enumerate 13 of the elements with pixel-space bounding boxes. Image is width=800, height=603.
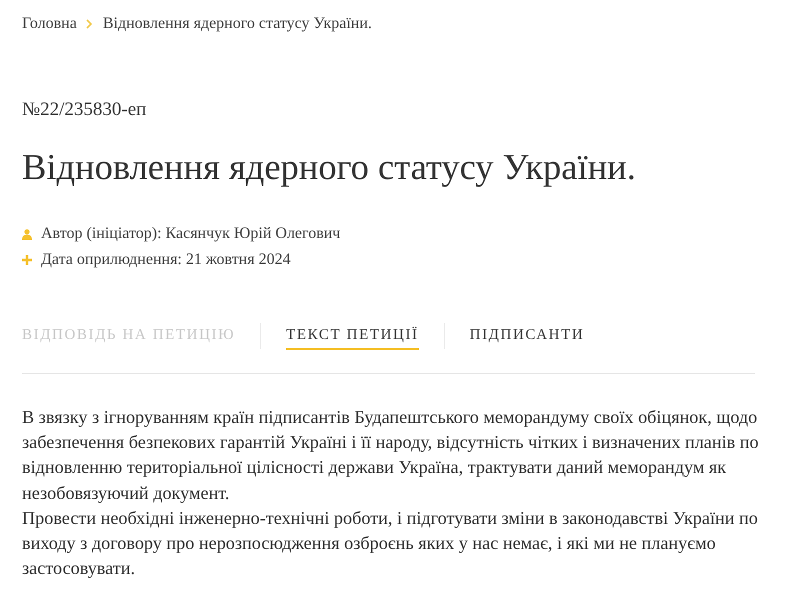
breadcrumb-link[interactable]: Головна [22, 15, 77, 33]
petition-number: №22/235830-еп [22, 99, 148, 121]
petition-title: Відновлення ядерного статусу України. [22, 145, 637, 189]
meta-text: Автор (ініціатор): Касянчук Юрій Олегович [41, 225, 340, 243]
plus-icon [22, 255, 32, 265]
petition-text: В звязку з ігноруванням країн підписантів Будапештського меморандуму своїх обіцянок, щодо забезпечення безпекових гарантій Україні і її народу, відсутність чітких і визначених планів по відновленню територіальної цілісності держави Україна, трактувати даний меморандум як незобовязуючий документ. [22, 406, 760, 505]
petition-text: Провести необхідні інженерно-технічні роботи, і підготувати зміни в законодавстві України по виходу з договору про нерозпосюдження озброєнь яких у нас немає, і які ми не плануємо застосовувати. [22, 506, 759, 580]
chevron-right-icon [86, 19, 92, 29]
breadcrumb-current: Відновлення ядерного статусу України. [102, 15, 372, 33]
meta-text: Дата оприлюднення: 21 жовтня 2024 [41, 251, 291, 269]
tab[interactable]: ПІДПИСАНТИ [470, 327, 584, 350]
person-icon [22, 228, 32, 240]
tab[interactable]: ТЕКСТ ПЕТИЦІЇ [286, 327, 419, 350]
